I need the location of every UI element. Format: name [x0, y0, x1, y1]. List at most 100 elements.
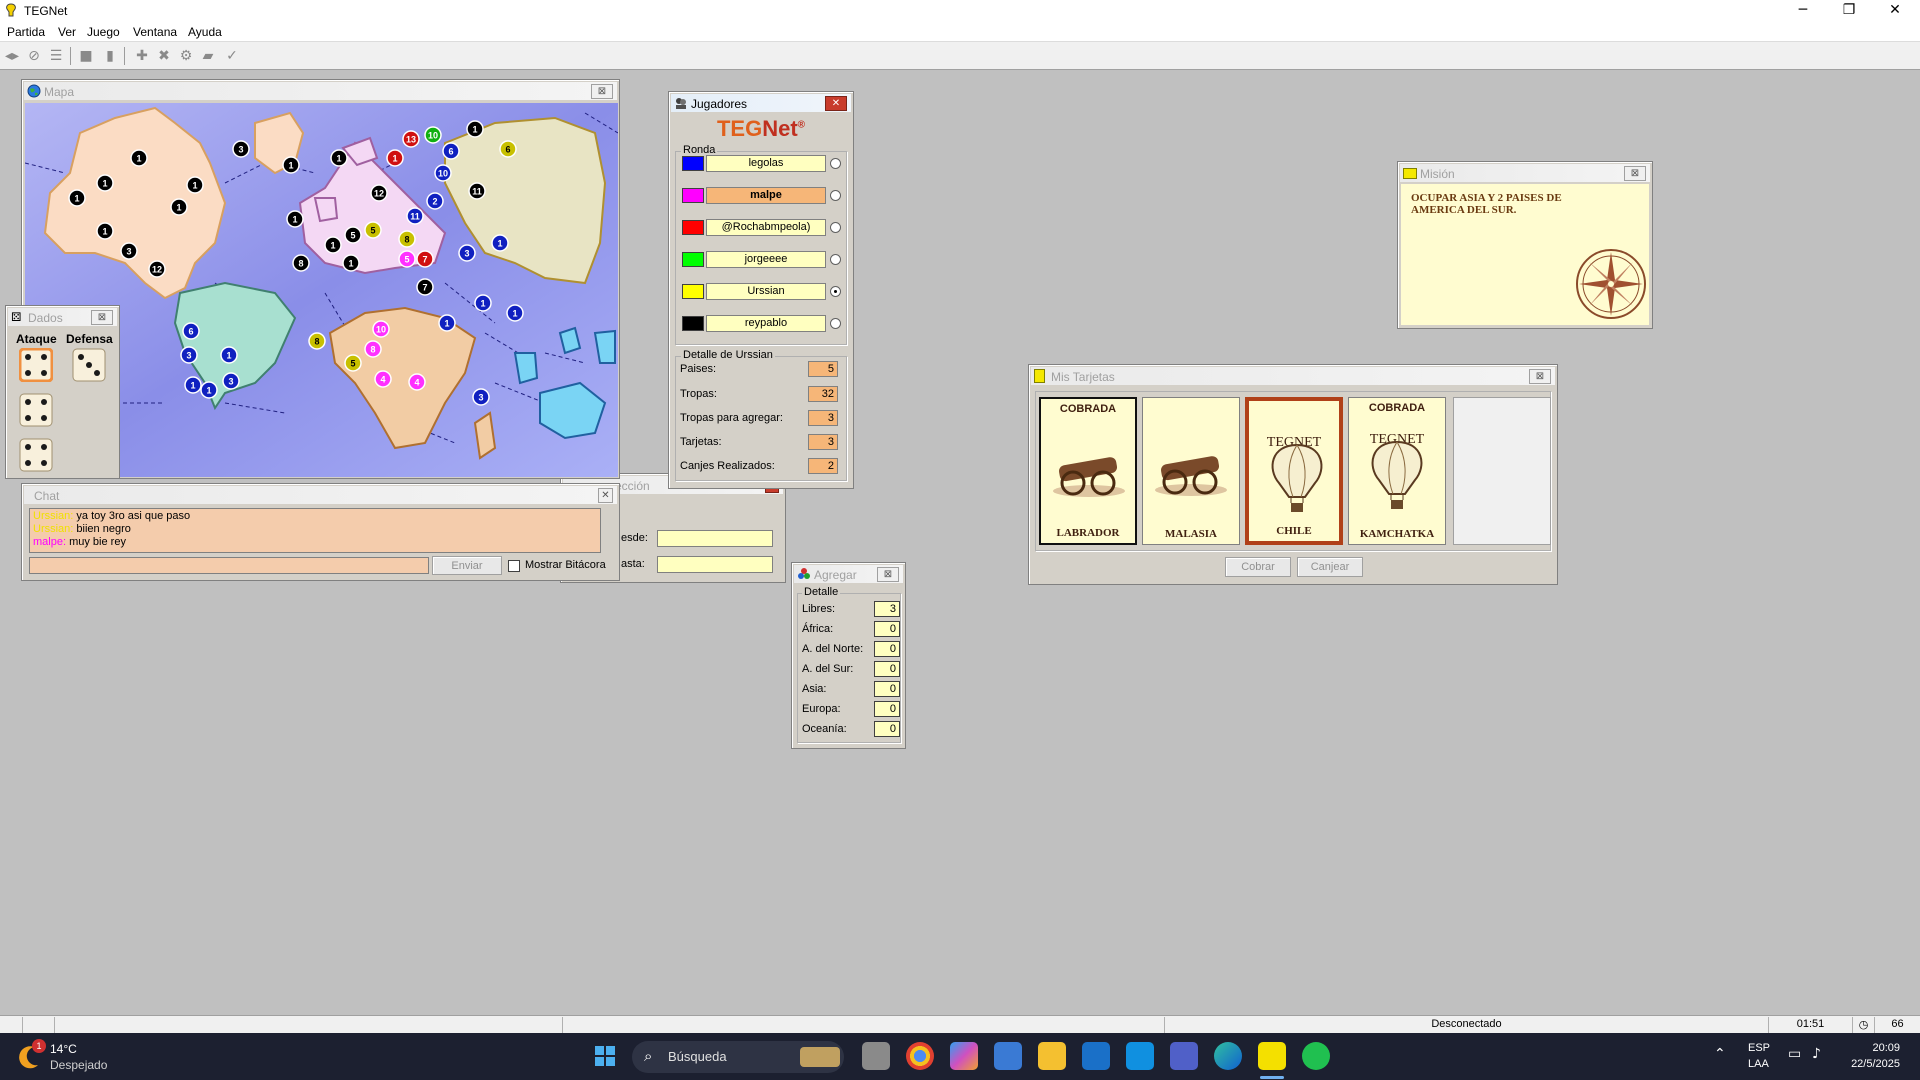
army-marker[interactable]: 1 [200, 381, 218, 399]
agregar-titlebar[interactable]: Agregar ⊠ [794, 565, 903, 583]
player-turn-radio[interactable] [830, 318, 841, 329]
agregar-close-icon[interactable]: ⊠ [877, 567, 899, 582]
army-marker[interactable]: 1 [438, 314, 456, 332]
army-marker[interactable]: 3 [222, 372, 240, 390]
chat-titlebar[interactable]: Chat ✕ [24, 486, 617, 504]
army-marker[interactable]: 1 [491, 234, 509, 252]
army-marker[interactable]: 1 [170, 198, 188, 216]
menu-ayuda[interactable]: Ayuda [188, 25, 222, 39]
teams-icon[interactable] [1170, 1042, 1198, 1070]
tray-chevron-icon[interactable]: ⌃ [1714, 1046, 1726, 1062]
tarjetas-close-icon[interactable]: ⊠ [1529, 369, 1551, 384]
army-marker[interactable]: 1 [342, 254, 360, 272]
army-marker[interactable]: 1 [282, 156, 300, 174]
army-marker[interactable]: 13 [402, 130, 420, 148]
army-marker[interactable]: 5 [398, 250, 416, 268]
clock-date[interactable]: 22/5/2025 [1835, 1058, 1900, 1070]
mision-titlebar[interactable]: Misión ⊠ [1400, 164, 1650, 182]
jugadores-titlebar[interactable]: Jugadores ✕ [671, 94, 851, 112]
army-marker[interactable]: 5 [344, 354, 362, 372]
army-marker[interactable]: 7 [416, 250, 434, 268]
windows-start-icon[interactable] [594, 1045, 616, 1067]
lang-2[interactable]: LAA [1748, 1058, 1769, 1070]
army-marker[interactable]: 3 [472, 388, 490, 406]
army-marker[interactable]: 1 [506, 304, 524, 322]
army-marker[interactable]: 4 [374, 370, 392, 388]
menu-partida[interactable]: Partida [7, 25, 45, 39]
edge-icon[interactable] [1214, 1042, 1242, 1070]
dados-titlebar[interactable]: ⚄ Dados ⊠ [8, 308, 117, 326]
army-marker[interactable]: 6 [442, 142, 460, 160]
army-marker[interactable]: 1 [220, 346, 238, 364]
player-name[interactable]: legolas [706, 155, 826, 172]
disconnect-icon[interactable]: ⊘ [24, 46, 44, 66]
chrome-icon[interactable] [906, 1042, 934, 1070]
gear-icon[interactable]: ⚙ [176, 46, 196, 66]
hasta-field[interactable] [657, 556, 773, 573]
player-name[interactable]: malpe [706, 187, 826, 204]
army-marker[interactable]: 2 [426, 192, 444, 210]
army-marker[interactable]: 3 [180, 346, 198, 364]
army-marker[interactable]: 3 [120, 242, 138, 260]
player-name[interactable]: Urssian [706, 283, 826, 300]
file-explorer-icon[interactable] [1038, 1042, 1066, 1070]
volume-icon[interactable]: ♪ [1812, 1046, 1821, 1062]
army-marker[interactable]: 1 [96, 174, 114, 192]
canjear-button[interactable]: Canjear [1297, 557, 1363, 577]
task-view-icon[interactable] [862, 1042, 890, 1070]
add-icon[interactable]: ✚ [132, 46, 152, 66]
army-marker[interactable]: 11 [468, 182, 486, 200]
outlook-icon[interactable] [1082, 1042, 1110, 1070]
player-turn-radio[interactable] [830, 286, 841, 297]
player-turn-radio[interactable] [830, 222, 841, 233]
army-marker[interactable]: 6 [182, 322, 200, 340]
army-marker[interactable]: 8 [364, 340, 382, 358]
army-marker[interactable]: 1 [68, 189, 86, 207]
pause-icon[interactable]: ▮ [100, 46, 120, 66]
borneo[interactable] [513, 352, 539, 385]
network-icon[interactable]: ▭ [1788, 1046, 1801, 1062]
army-marker[interactable]: 1 [324, 236, 342, 254]
army-marker[interactable]: 1 [186, 176, 204, 194]
army-marker[interactable]: 8 [292, 254, 310, 272]
player-name[interactable]: @Rochabmpeola) [706, 219, 826, 236]
cancel-icon[interactable]: ✖ [154, 46, 174, 66]
spotify-icon[interactable] [1302, 1042, 1330, 1070]
army-marker[interactable]: 1 [330, 149, 348, 167]
jugadores-close-icon[interactable]: ✕ [825, 96, 847, 111]
mision-close-icon[interactable]: ⊠ [1624, 166, 1646, 181]
desde-field[interactable] [657, 530, 773, 547]
lang-1[interactable]: ESP [1748, 1042, 1770, 1054]
army-marker[interactable]: 7 [416, 278, 434, 296]
army-marker[interactable]: 4 [408, 373, 426, 391]
store-icon[interactable] [994, 1042, 1022, 1070]
army-marker[interactable]: 10 [424, 126, 442, 144]
army-marker[interactable]: 11 [406, 207, 424, 225]
check-icon[interactable]: ✓ [222, 46, 242, 66]
army-marker[interactable]: 5 [344, 226, 362, 244]
tegnet-taskbar-icon[interactable] [1258, 1042, 1286, 1070]
army-marker[interactable]: 12 [370, 184, 388, 202]
army-marker[interactable]: 3 [232, 140, 250, 158]
close-button[interactable]: ✕ [1872, 0, 1918, 22]
territory-card[interactable]: TEGNET CHILE [1245, 397, 1343, 545]
territory-card[interactable]: COBRADA LABRADOR [1039, 397, 1137, 545]
menu-ventana[interactable]: Ventana [133, 25, 177, 39]
player-name[interactable]: jorgeeee [706, 251, 826, 268]
chat-input[interactable] [29, 557, 429, 574]
maximize-button[interactable]: ❐ [1826, 0, 1872, 22]
player-turn-radio[interactable] [830, 158, 841, 169]
dados-close-icon[interactable]: ⊠ [91, 310, 113, 325]
todo-icon[interactable] [1126, 1042, 1154, 1070]
menu-ver[interactable]: Ver [58, 25, 76, 39]
army-marker[interactable]: 1 [466, 120, 484, 138]
player-name[interactable]: reypablo [706, 315, 826, 332]
army-marker[interactable]: 1 [474, 294, 492, 312]
army-marker[interactable]: 12 [148, 260, 166, 278]
army-marker[interactable]: 6 [499, 140, 517, 158]
army-marker[interactable]: 1 [286, 210, 304, 228]
stop-icon[interactable]: ■ [76, 46, 96, 66]
chat-log[interactable]: Urssian: ya toy 3ro asi que paso Urssian:… [29, 508, 601, 553]
army-marker[interactable]: 1 [386, 149, 404, 167]
mapa-close-icon[interactable]: ⊠ [591, 84, 613, 99]
